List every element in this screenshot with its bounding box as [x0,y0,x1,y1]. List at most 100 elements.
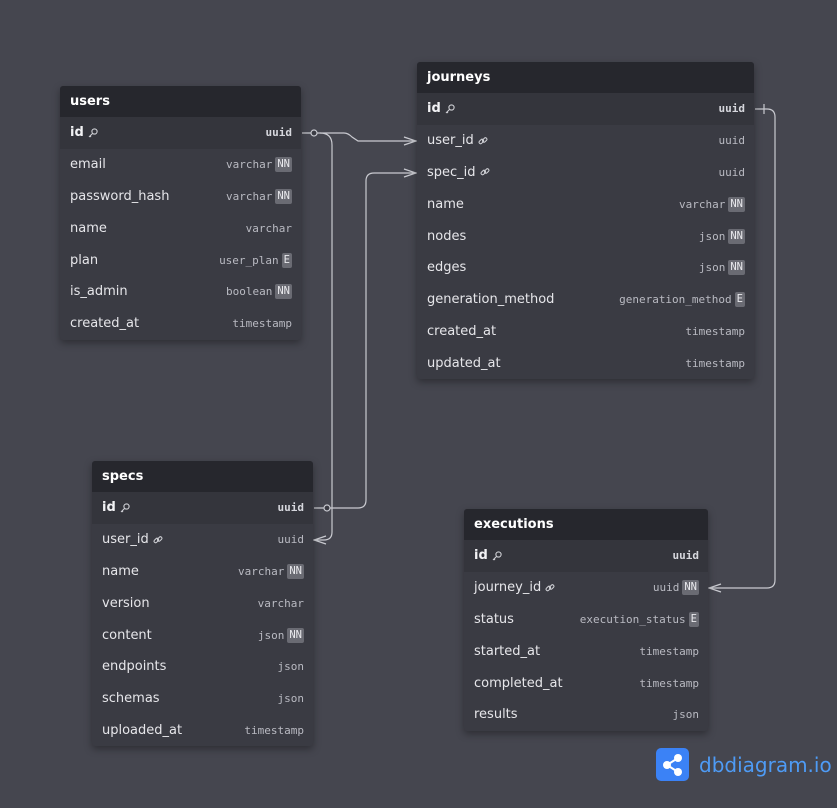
brand-text: dbdiagram.io [699,752,832,777]
table-header[interactable]: executions [464,509,708,540]
field-type: uuid [718,165,746,179]
field-row-email[interactable]: email varchar NN [60,149,301,181]
key-icon [492,551,502,561]
field-name: created_at [70,316,232,331]
field-name: name [70,221,246,236]
not-null-badge: NN [682,580,699,596]
field-row-spec-id[interactable]: spec_id uuid [417,157,754,189]
field-name: created_at [427,324,685,339]
link-icon [478,136,488,146]
field-name: name [427,197,679,212]
field-row-edges[interactable]: edges json NN [417,252,754,284]
field-row-endpoints[interactable]: endpoints json [92,651,313,683]
field-row-content[interactable]: content json NN [92,619,313,651]
field-row-is-admin[interactable]: is_admin boolean NN [60,276,301,308]
field-row-plan[interactable]: plan user_plan E [60,244,301,276]
field-name-text: completed_at [474,675,563,691]
link-icon [545,583,555,593]
not-null-badge: NN [275,188,292,204]
key-icon [445,104,455,114]
field-name-text: id [70,125,84,141]
share-icon [656,748,689,781]
brand[interactable]: dbdiagram.io [656,748,832,781]
field-type: execution_status [579,612,686,626]
enum-badge: E [734,292,745,308]
table-header[interactable]: users [60,86,301,117]
table-header[interactable]: specs [92,461,313,492]
table-users[interactable]: users id uuid email varchar NN password_hash va… [60,86,301,340]
field-row-generation-method[interactable]: generation_method generation_method E [417,284,754,316]
field-name-text: content [102,627,152,643]
table-journeys[interactable]: journeys id uuid user_id uuid spec_id uuid name… [417,62,754,380]
field-row-version[interactable]: version varchar [92,587,313,619]
field-row-started-at[interactable]: started_at timestamp [464,635,708,667]
field-row-id[interactable]: id uuid [464,540,708,572]
field-row-id[interactable]: id uuid [92,492,313,524]
field-row-user-id[interactable]: user_id uuid [417,125,754,157]
field-type: json [698,261,726,275]
rel-users-specs [314,132,333,541]
field-type: varchar [237,564,285,578]
field-name: user_id [427,133,719,148]
field-row-updated-at[interactable]: updated_at timestamp [417,347,754,379]
field-row-results[interactable]: results json [464,699,708,731]
field-row-user-id[interactable]: user_id uuid [92,524,313,556]
field-row-nodes[interactable]: nodes json NN [417,220,754,252]
field-type: timestamp [639,644,699,658]
table-executions[interactable]: executions id uuid journey_id uuid NN status ex… [464,509,708,731]
not-null-badge: NN [728,196,745,212]
key-icon [88,128,98,138]
field-name: results [474,707,673,722]
field-name-text: user_id [427,133,474,149]
field-name-text: started_at [474,643,541,659]
field-type: varchar [225,189,273,203]
field-row-journey-id[interactable]: journey_id uuid NN [464,572,708,604]
enum-badge: E [281,252,292,268]
field-type: json [257,628,285,642]
field-type: uuid [718,134,746,148]
field-name: endpoints [102,659,278,674]
field-name: generation_method [427,292,619,307]
field-name-text: created_at [427,323,497,339]
field-name-text: journey_id [474,580,542,596]
field-row-created-at[interactable]: created_at timestamp [60,308,301,340]
not-null-badge: NN [275,157,292,173]
field-row-id[interactable]: id uuid [417,93,754,125]
field-type: varchar [225,158,273,172]
field-name-text: uploaded_at [102,722,183,738]
field-name: email [70,157,226,172]
field-name: id [474,548,673,563]
field-name: journey_id [474,580,653,595]
field-name: version [102,596,258,611]
field-name-text: name [427,196,464,212]
field-type: boolean [225,285,273,299]
field-row-completed-at[interactable]: completed_at timestamp [464,667,708,699]
field-name-text: schemas [102,691,160,707]
field-name-text: id [427,101,441,117]
field-type: json [698,229,726,243]
field-name: content [102,628,258,643]
table-specs[interactable]: specs id uuid user_id uuid name varchar NN versi… [92,461,313,747]
field-row-status[interactable]: status execution_status E [464,604,708,636]
field-name-text: generation_method [427,292,555,308]
field-name: spec_id [427,165,719,180]
field-name-text: results [474,707,518,723]
field-name: id [102,500,278,515]
field-row-name[interactable]: name varchar [60,212,301,244]
field-row-schemas[interactable]: schemas json [92,683,313,715]
field-name: nodes [427,229,699,244]
rel-specs-journeys [314,172,416,509]
field-row-name[interactable]: name varchar NN [417,188,754,220]
field-row-name[interactable]: name varchar NN [92,556,313,588]
not-null-badge: NN [728,228,745,244]
field-type: user_plan [219,253,279,267]
field-name: password_hash [70,189,226,204]
field-row-id[interactable]: id uuid [60,117,301,149]
table-header[interactable]: journeys [417,62,754,93]
field-type: timestamp [685,356,745,370]
field-type: json [277,660,305,674]
field-row-uploaded-at[interactable]: uploaded_at timestamp [92,715,313,747]
field-row-created-at[interactable]: created_at timestamp [417,316,754,348]
field-row-password-hash[interactable]: password_hash varchar NN [60,181,301,213]
field-type: uuid [277,501,305,515]
